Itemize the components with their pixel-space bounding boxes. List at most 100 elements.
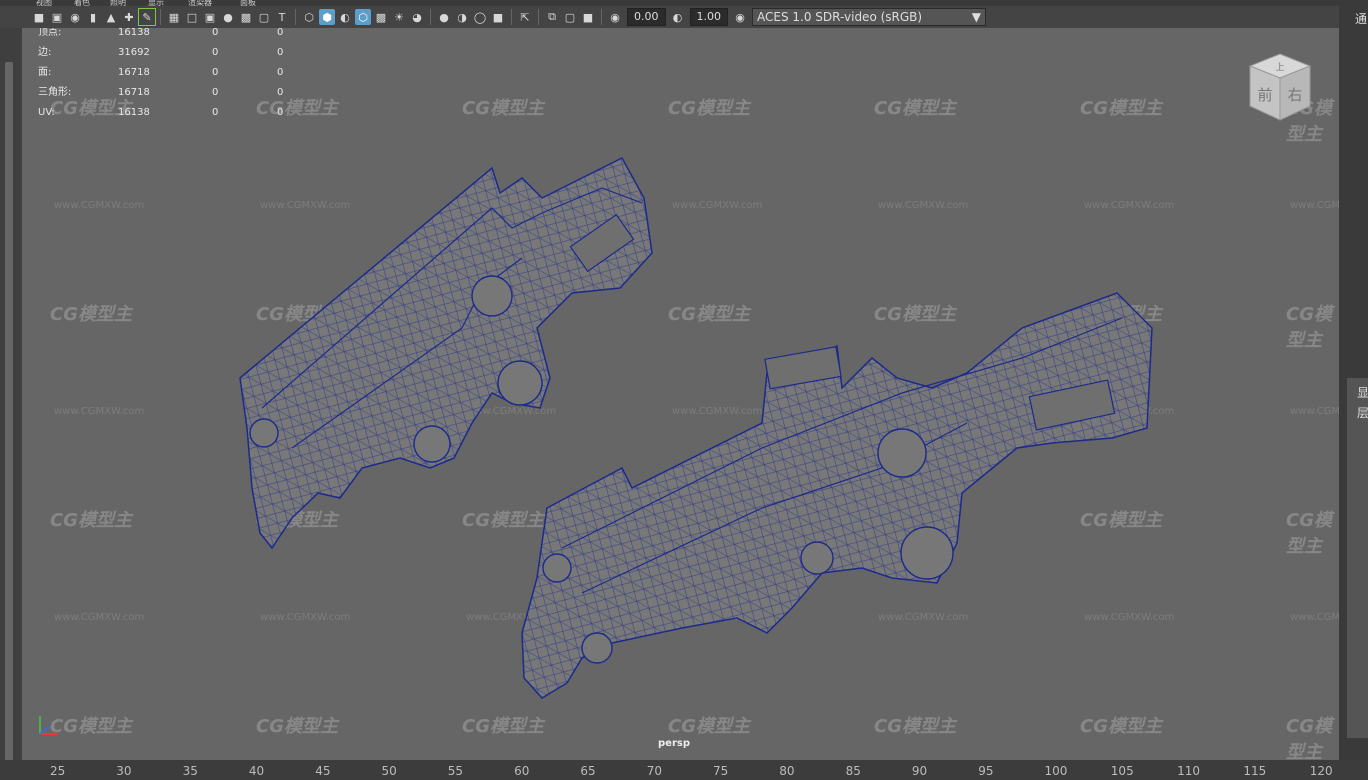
safe-action-icon[interactable]: ▢: [256, 9, 272, 25]
timeline-tick: 100: [1044, 764, 1068, 778]
smooth-shade-icon[interactable]: ⬢: [319, 9, 335, 25]
axis-gizmo: [39, 716, 58, 735]
timeline-tick: 70: [646, 764, 662, 778]
hud-value: 0: [277, 107, 284, 118]
timeline-tick: 110: [1177, 764, 1200, 778]
grid-icon[interactable]: ▦: [166, 9, 182, 25]
hud-value: 0: [277, 67, 284, 78]
field-chart-icon[interactable]: ▩: [238, 9, 254, 25]
two-d-pan-icon[interactable]: ✚: [121, 9, 137, 25]
wireframe-on-shaded-icon[interactable]: ⬡: [355, 9, 371, 25]
hud-row-uvs: UV: 16138 0 0: [38, 108, 298, 128]
hud-value: 0: [212, 107, 219, 118]
hud-label: 三角形:: [38, 87, 72, 98]
default-material-icon[interactable]: ◐: [337, 9, 353, 25]
time-slider[interactable]: 25 30 35 40 45 50 55 60 65 70 75 80 85 90 95 100 105 110 1…: [0, 760, 1368, 780]
timeline-tick: 120: [1309, 764, 1333, 778]
vertical-scrollbar[interactable]: [5, 62, 13, 762]
shadows-icon[interactable]: ◕: [409, 9, 425, 25]
motion-blur-icon[interactable]: ◑: [454, 9, 470, 25]
timeline-tick: 50: [381, 764, 397, 778]
hud-label: 面:: [38, 67, 52, 78]
hud-label: UV:: [38, 107, 55, 118]
timeline-tick: 95: [978, 764, 994, 778]
xray-active-icon[interactable]: ■: [580, 9, 596, 25]
chevron-down-icon: ▼: [971, 10, 981, 24]
gamma-icon[interactable]: ◐: [670, 9, 686, 25]
lock-camera-icon[interactable]: ▣: [49, 9, 65, 25]
timeline-tick: 40: [248, 764, 265, 778]
camera-attributes-icon[interactable]: ◉: [67, 9, 83, 25]
hud-value: 16138: [118, 107, 150, 118]
textured-icon[interactable]: ▩: [373, 9, 389, 25]
gun-model-2: [521, 292, 1153, 699]
timeline-tick: 65: [580, 764, 596, 778]
hud-row-edges: 边: 31692 0 0: [38, 48, 298, 68]
film-gate-icon[interactable]: □: [184, 9, 200, 25]
camera-icon[interactable]: ■: [31, 9, 47, 25]
toolbar-separator: [511, 9, 512, 25]
viewcube-right-label[interactable]: 右: [1287, 86, 1302, 104]
xray-icon[interactable]: ⧉: [544, 9, 560, 25]
exposure-field[interactable]: 0.00: [627, 8, 666, 26]
toolbar-separator: [295, 9, 296, 25]
timeline-tick: 30: [116, 764, 132, 778]
hud-value: 0: [212, 87, 219, 98]
camera-label: persp: [658, 738, 690, 749]
hud-value: 0: [212, 67, 219, 78]
hud-value: 0: [212, 47, 219, 58]
wireframe-icon[interactable]: ⬡: [301, 9, 317, 25]
channel-box-tab[interactable]: 通: [1355, 10, 1367, 27]
side-panel-body: [1347, 378, 1368, 738]
hud-value: 0: [277, 28, 284, 38]
timeline-tick: 80: [779, 764, 795, 778]
isolate-select-icon[interactable]: ⇱: [517, 9, 533, 25]
viewcube-front-label[interactable]: 前: [1257, 86, 1272, 104]
timeline-tick: 55: [447, 764, 464, 778]
left-side-strip: [0, 28, 22, 762]
bookmark-icon[interactable]: ▮: [85, 9, 101, 25]
viewcube[interactable]: 上 前 右: [1248, 52, 1312, 122]
layer-tab[interactable]: 层: [1357, 404, 1368, 421]
hud-row-faces: 面: 16718 0 0: [38, 68, 298, 88]
toolbar-separator: [160, 9, 161, 25]
screen-space-ao-icon[interactable]: ●: [436, 9, 452, 25]
grease-pencil-icon[interactable]: ✎: [138, 8, 156, 26]
safe-title-icon[interactable]: T: [274, 9, 290, 25]
gamma-field[interactable]: 1.00: [689, 8, 728, 26]
hud-label: 边:: [38, 47, 52, 58]
hud-value: 16718: [118, 67, 150, 78]
viewcube-top-label[interactable]: 上: [1275, 62, 1284, 73]
timeline-tick: 60: [514, 764, 530, 778]
resolution-gate-icon[interactable]: ▣: [202, 9, 218, 25]
hud-value: 16138: [118, 28, 150, 38]
hud-value: 0: [212, 28, 219, 38]
hud-value: 0: [277, 87, 284, 98]
light-icon[interactable]: ☀: [391, 9, 407, 25]
color-management-icon[interactable]: ◉: [732, 9, 748, 25]
timeline-tick: 25: [50, 764, 66, 778]
timeline-tick: 35: [182, 764, 198, 778]
toolbar-separator: [601, 9, 602, 25]
view-transform-value: ACES 1.0 SDR-video (sRGB): [757, 10, 923, 24]
hud-value: 16718: [118, 87, 150, 98]
poly-count-hud: 顶点: 16138 0 0 边: 31692 0 0 面: 16718 0 0 …: [38, 28, 298, 128]
gate-mask-icon[interactable]: ●: [220, 9, 236, 25]
xray-joints-icon[interactable]: ▢: [562, 9, 578, 25]
exposure-icon[interactable]: ◉: [607, 9, 623, 25]
timeline-tick: 85: [845, 764, 861, 778]
hud-label: 顶点:: [38, 28, 62, 38]
persp-viewport[interactable]: CG模型主 CG模型主 CG模型主 CG模型主 CG模型主 CG模型主 CG模型主 CG模型主…: [22, 28, 1339, 760]
timeline-tick: 115: [1243, 764, 1267, 778]
toolbar-separator: [538, 9, 539, 25]
anti-aliasing-icon[interactable]: ◯: [472, 9, 488, 25]
depth-of-field-icon[interactable]: ■: [490, 9, 506, 25]
display-tab[interactable]: 显: [1357, 384, 1368, 401]
model-wireframe: [239, 157, 1153, 699]
image-plane-icon[interactable]: ▲: [103, 9, 119, 25]
toolbar-separator: [430, 9, 431, 25]
timeline-tick: 105: [1110, 764, 1134, 778]
view-transform-select[interactable]: ACES 1.0 SDR-video (sRGB) ▼: [752, 8, 986, 26]
timeline-tick: 90: [911, 764, 928, 778]
timeline-tick: 45: [315, 764, 331, 778]
